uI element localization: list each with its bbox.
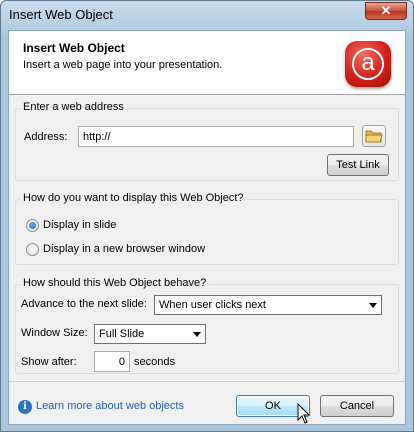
folder-icon	[365, 130, 383, 143]
header-subtitle: Insert a web page into your presentation…	[23, 59, 223, 71]
mouse-cursor-icon	[297, 403, 311, 424]
show-after-input[interactable]	[94, 351, 130, 372]
chevron-down-icon	[369, 303, 377, 308]
test-link-button[interactable]: Test Link	[327, 154, 389, 176]
advance-value: When user clicks next	[159, 299, 266, 311]
behavior-group-legend: How should this Web Object behave?	[20, 277, 210, 289]
display-in-slide-radio[interactable]	[26, 219, 39, 232]
display-group-legend: How do you want to display this Web Obje…	[20, 192, 247, 204]
advance-dropdown[interactable]: When user clicks next	[154, 295, 382, 315]
display-new-window-label[interactable]: Display in a new browser window	[43, 243, 205, 255]
window-size-label: Window Size:	[21, 327, 88, 339]
address-group: Enter a web address Address: Test Link	[15, 101, 399, 181]
address-label: Address:	[24, 131, 68, 143]
browse-button[interactable]	[362, 125, 386, 147]
dialog-client-area: Insert Web Object Insert a web page into…	[8, 30, 406, 425]
info-icon: i	[18, 400, 32, 414]
window-size-dropdown[interactable]: Full Slide	[94, 324, 206, 344]
chevron-down-icon	[193, 332, 201, 337]
display-in-slide-label[interactable]: Display in slide	[43, 219, 116, 231]
address-group-legend: Enter a web address	[20, 101, 127, 113]
seconds-label: seconds	[134, 356, 175, 368]
footer-divider	[9, 381, 405, 382]
close-button[interactable]: ✕	[365, 2, 407, 20]
window-size-value: Full Slide	[99, 328, 145, 340]
dialog-header: Insert Web Object Insert a web page into…	[9, 31, 405, 95]
learn-more-link[interactable]: Learn more about web objects	[36, 400, 184, 412]
app-logo-icon: a	[345, 41, 391, 87]
address-input[interactable]	[78, 126, 354, 147]
title-bar[interactable]: Insert Web Object ✕	[1, 1, 413, 29]
window-title: Insert Web Object	[9, 7, 113, 22]
logo-letter: a	[352, 48, 384, 80]
display-new-window-radio[interactable]	[26, 243, 39, 256]
cancel-button[interactable]: Cancel	[320, 395, 394, 417]
behavior-group: How should this Web Object behave? Advan…	[15, 277, 399, 374]
display-group: How do you want to display this Web Obje…	[15, 192, 399, 265]
dialog-window: Insert Web Object ✕ Insert Web Object In…	[0, 0, 414, 432]
close-icon: ✕	[380, 3, 392, 18]
advance-label: Advance to the next slide:	[21, 298, 147, 310]
header-title: Insert Web Object	[23, 41, 125, 55]
show-after-label: Show after:	[21, 356, 77, 368]
